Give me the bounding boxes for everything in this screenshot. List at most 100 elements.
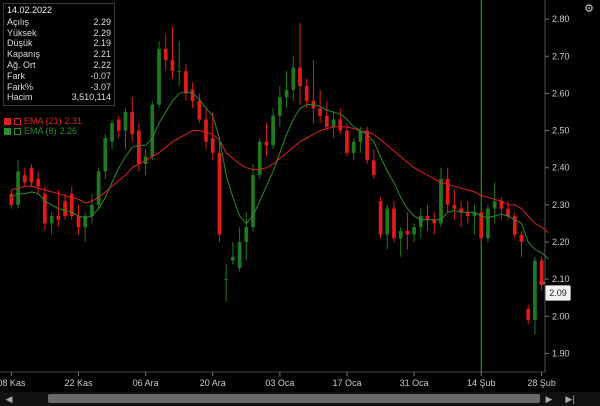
info-label: Düşük	[7, 38, 33, 49]
y-tick-label: 2.50	[552, 126, 570, 136]
scrollbar-thumb[interactable]	[48, 394, 540, 403]
y-tick-label: 1.90	[552, 348, 570, 358]
candle-body	[304, 86, 309, 101]
candle-body	[237, 242, 242, 268]
candle-body	[137, 130, 141, 164]
candle-body	[231, 256, 235, 261]
candle-body	[519, 234, 524, 242]
candle-body	[177, 71, 182, 73]
candle-body	[271, 115, 275, 146]
ohlc-info-panel: 14.02.2022 Açılış 2.29 Yüksek 2.29 Düşük 2.…	[3, 3, 115, 107]
candle-body	[418, 216, 423, 228]
info-row: Kapanış 2.21	[7, 49, 111, 60]
candle-body	[486, 208, 490, 239]
candle-body	[43, 193, 47, 224]
info-row: Ağ. Ort 2.22	[7, 60, 111, 71]
candle-body	[432, 219, 437, 224]
y-tick-label: 2.30	[552, 200, 570, 210]
chevron-right-icon[interactable]: ▶	[542, 392, 556, 406]
legend-label: EMA (8)	[24, 126, 57, 136]
legend-value: 2.26	[59, 126, 78, 136]
candle-body	[298, 67, 302, 86]
candle-body	[465, 212, 470, 216]
legend-color-swatch	[4, 127, 11, 135]
candle-body	[358, 130, 363, 142]
legend-ema8[interactable]: EMA (8) 2.26	[4, 126, 77, 136]
info-row: Fark% -3.07	[7, 82, 111, 93]
candle-body	[190, 89, 195, 101]
legend-label: EMA (21)	[24, 116, 62, 126]
candle-body	[385, 208, 390, 235]
legend-value: 2.31	[64, 116, 83, 126]
candle-body	[492, 201, 497, 209]
candle-body	[351, 141, 356, 153]
y-tick-label: 2.40	[552, 163, 570, 173]
candle-body	[224, 279, 229, 281]
candle-body	[96, 171, 101, 205]
candle-body	[371, 160, 376, 176]
legend-toggle-box[interactable]	[14, 127, 21, 135]
info-row: Yüksek 2.29	[7, 28, 111, 39]
legend-ema21[interactable]: EMA (21) 2.31	[4, 116, 82, 126]
candle-body	[49, 216, 54, 224]
x-tick-label: 14 Şub	[467, 378, 496, 388]
info-value: 3,510,114	[71, 92, 111, 103]
info-value: 2.22	[93, 59, 111, 70]
candle-body	[506, 208, 510, 216]
x-tick-label: 22 Kas	[64, 378, 93, 388]
candle-body	[278, 97, 282, 116]
info-value: 2.29	[93, 27, 111, 38]
candle-body	[425, 216, 430, 220]
candle-body	[324, 115, 329, 127]
candle-body	[36, 178, 41, 187]
info-label: Kapanış	[7, 49, 41, 60]
y-tick-label: 2.60	[552, 88, 570, 98]
info-label: Fark%	[7, 81, 34, 92]
chart-area[interactable]: 1.90 2.00 2.10 2.20 2.30 2.40 2.50 2.60 2.70 2.80…	[0, 0, 600, 406]
candle-body	[345, 130, 349, 153]
last-price-label: 2.09	[545, 285, 571, 301]
candle-body	[184, 71, 188, 94]
gear-icon[interactable]: ⚙	[584, 2, 594, 15]
candle-body	[103, 138, 108, 172]
chevron-left-icon[interactable]: ◀	[2, 392, 16, 406]
info-value: 2.29	[93, 16, 111, 27]
candle-body	[445, 178, 450, 205]
x-tick-label: 06 Ara	[133, 378, 159, 388]
candle-body	[405, 230, 410, 235]
x-tick-label: 03 Oca	[265, 378, 294, 388]
candle-body	[123, 112, 128, 131]
candle-body	[204, 119, 208, 142]
info-label: Fark	[7, 70, 25, 81]
candle-body	[291, 67, 296, 90]
candle-body	[110, 123, 114, 142]
info-value: -0.07	[90, 70, 111, 81]
candle-body	[56, 216, 61, 220]
legend-toggle-box[interactable]	[14, 117, 21, 125]
y-tick-label: 2.20	[552, 237, 570, 247]
x-tick-label: 20 Ara	[200, 378, 226, 388]
candle-body	[526, 308, 531, 320]
scroll-end-icon[interactable]: ▶|	[560, 392, 580, 406]
info-value: -3.07	[90, 81, 111, 92]
candle-body	[392, 208, 396, 239]
info-row: Açılış 2.29	[7, 17, 111, 28]
candle-body	[452, 204, 457, 209]
legend-color-swatch	[4, 117, 11, 125]
x-tick-label: 28 Şub	[527, 378, 556, 388]
candle-body	[197, 100, 202, 120]
candle-body	[439, 178, 443, 224]
info-label: Yüksek	[7, 27, 37, 38]
candle-body	[338, 119, 343, 131]
candle-body	[251, 175, 255, 228]
candle-body	[9, 193, 14, 205]
candle-body	[284, 89, 289, 98]
candle-body	[170, 60, 175, 72]
last-price-dot	[539, 280, 545, 286]
y-tick-label: 2.10	[552, 274, 570, 284]
candle-body	[318, 108, 322, 116]
info-value: 2.19	[93, 38, 111, 49]
candle-body	[398, 230, 403, 239]
candle-body	[378, 201, 383, 235]
candle-body	[63, 201, 67, 216]
